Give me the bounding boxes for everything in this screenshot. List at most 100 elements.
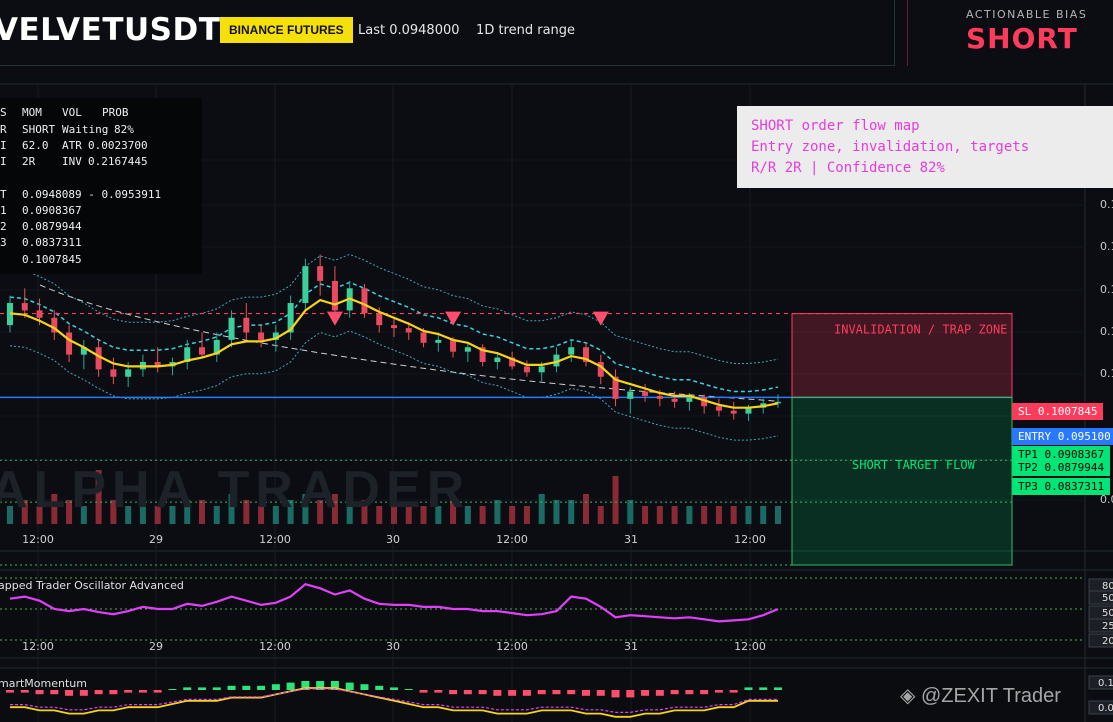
- volume-bar: [730, 506, 737, 524]
- candle-body: [568, 347, 575, 355]
- stats-r2c2: INV: [62, 155, 82, 168]
- time-axis-label: 12:00: [259, 533, 291, 546]
- stats-r6c1: 0.0837311: [22, 236, 82, 249]
- volume-bar: [642, 506, 649, 524]
- price-axis-tick: 0.1: [1100, 240, 1113, 253]
- stats-h2: VOL: [62, 106, 82, 119]
- momentum-bar: [6, 690, 14, 693]
- candle-body: [420, 332, 427, 343]
- candle-body: [258, 332, 265, 340]
- volume-bar: [553, 500, 560, 524]
- stats-r4c0: 1: [0, 204, 7, 217]
- stats-r2c0: I: [0, 155, 7, 168]
- candle-body: [730, 410, 737, 414]
- momentum-level-label: 0.1: [1098, 678, 1113, 689]
- momentum-bar: [567, 690, 576, 695]
- volume-bar: [671, 506, 678, 524]
- price-axis-tick: 0.1: [1100, 283, 1113, 296]
- volume-bar: [479, 506, 486, 524]
- momentum-bar: [729, 690, 738, 693]
- last-price-info: Last 0.0948000 1D trend range: [358, 23, 575, 38]
- brand-watermark: ◈ @ZEXIT Trader: [900, 683, 1061, 708]
- momentum-bar: [522, 690, 531, 696]
- momentum-bar: [390, 687, 398, 690]
- momentum-bar: [611, 690, 620, 698]
- candle-body: [243, 317, 250, 333]
- oscillator-level-label: 80: [1102, 581, 1113, 592]
- time-axis-label: 29: [149, 533, 163, 546]
- momentum-bar: [138, 690, 147, 693]
- osc-time-axis-label: 12:00: [22, 640, 54, 653]
- momentum-bar: [404, 689, 413, 690]
- momentum-bar: [227, 685, 236, 690]
- oscillator-level-label: 50: [1102, 593, 1113, 604]
- momentum-bar: [345, 682, 354, 690]
- momentum-bar: [65, 690, 74, 696]
- candle-body: [125, 369, 132, 377]
- oscillator-level-label: 25: [1102, 621, 1113, 632]
- time-axis-label: 12:00: [496, 533, 528, 546]
- momentum-bar: [271, 684, 280, 690]
- oscillator-level-label: 20: [1102, 636, 1113, 647]
- momentum-bar: [714, 690, 723, 693]
- annotation-line-2: Entry zone, invalidation, targets: [751, 139, 1030, 155]
- candle-body: [110, 369, 117, 377]
- stats-h3: PROB: [102, 106, 129, 119]
- candle-body: [317, 266, 324, 281]
- momentum-bar: [168, 689, 177, 690]
- osc-time-axis-label: 29: [149, 640, 163, 653]
- momentum-bar: [94, 690, 103, 695]
- stats-r0c1: SHORT: [22, 123, 56, 136]
- volume-bar: [775, 506, 781, 524]
- stats-r0c2: Waiting: [62, 123, 109, 136]
- momentum-bar: [434, 690, 443, 693]
- momentum-bar: [582, 690, 590, 696]
- momentum-bar: [641, 690, 650, 696]
- brand-text: @ZEXIT Trader: [920, 685, 1061, 707]
- osc-time-axis-label: 31: [624, 640, 638, 653]
- volume-bar: [509, 506, 516, 524]
- candle-body: [228, 317, 235, 340]
- candle-body: [405, 328, 412, 333]
- momentum-bar: [79, 690, 88, 696]
- stats-r1c1: 62.0: [22, 139, 49, 152]
- volume-bar: [745, 506, 752, 524]
- candle-body: [391, 325, 397, 329]
- target-zone: [791, 396, 1013, 566]
- candle-body: [464, 347, 471, 352]
- momentum-bar: [35, 690, 44, 695]
- price-axis-tick: 0.1: [1100, 198, 1113, 211]
- candle-body: [523, 366, 530, 373]
- momentum-bar: [50, 690, 59, 695]
- momentum-title: martMomentum: [0, 677, 87, 690]
- volume-bar: [627, 500, 634, 524]
- momentum-level-label: 0.0: [1098, 703, 1113, 714]
- stats-h0: S: [0, 106, 7, 119]
- stats-r2c1: 2R: [22, 155, 36, 168]
- brand-icon: ◈: [900, 685, 916, 707]
- volume-bar: [523, 506, 530, 524]
- stats-r0c3: 82%: [114, 123, 134, 136]
- momentum-bar: [449, 690, 458, 695]
- stats-r4c1: 0.0908367: [22, 204, 82, 217]
- momentum-bar: [286, 682, 295, 690]
- candle-body: [331, 280, 338, 311]
- candle-body: [656, 395, 663, 399]
- candle-body: [376, 313, 383, 326]
- momentum-bar: [537, 690, 546, 695]
- stats-r2c3: 0.2167445: [88, 155, 148, 168]
- osc-time-axis-label: 12:00: [496, 640, 528, 653]
- momentum-bar: [508, 690, 517, 696]
- volume-bar: [494, 500, 501, 524]
- bias-label: ACTIONABLE BIAS: [966, 8, 1088, 21]
- momentum-bar: [242, 685, 251, 690]
- stats-r5c1: 0.0879944: [22, 220, 82, 233]
- candle-body: [686, 397, 693, 402]
- candle-body: [642, 391, 649, 396]
- annotation-line-1: SHORT order flow map: [751, 118, 920, 134]
- volume-bar: [583, 494, 589, 524]
- candle-body: [361, 288, 368, 314]
- annotation-line-3: R/R 2R | Confidence 82%: [751, 160, 945, 176]
- osc-time-axis-label: 30: [386, 640, 400, 653]
- time-axis-label: 12:00: [22, 533, 54, 546]
